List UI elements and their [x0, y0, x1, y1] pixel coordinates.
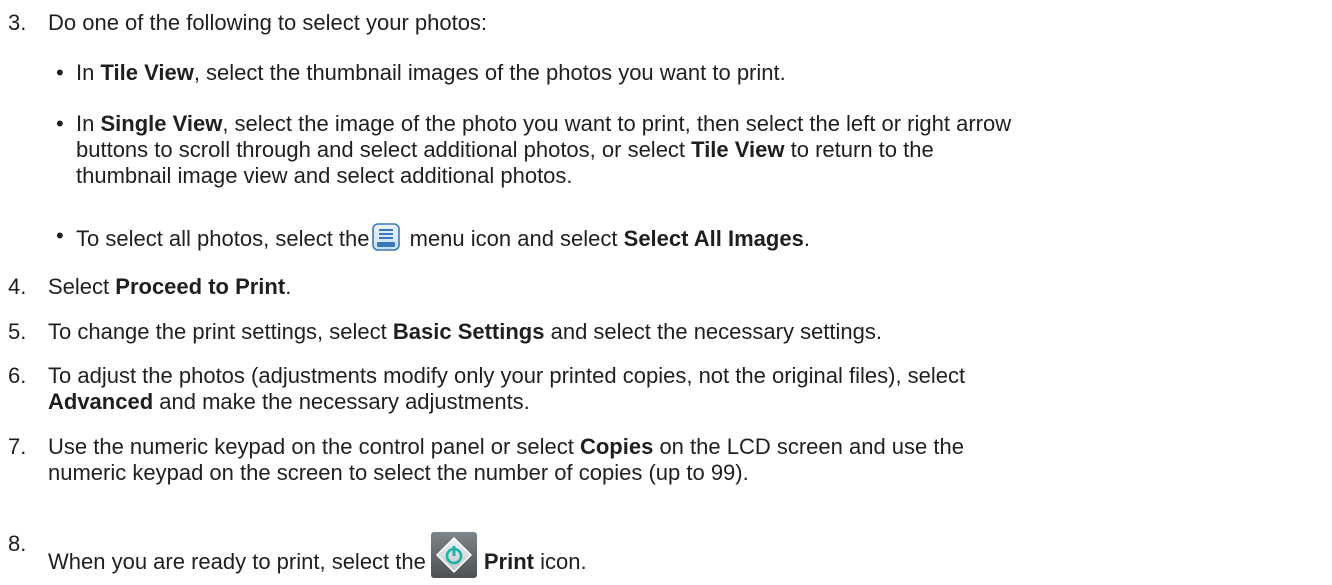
term-tile-view: Tile View [691, 137, 785, 162]
text: , select the image of the photo you want… [222, 111, 1012, 136]
bullet-tile-view: In Tile View, select the thumbnail image… [76, 60, 786, 86]
step-6-line2: Advanced and make the necessary adjustme… [48, 389, 530, 415]
print-start-icon [430, 531, 478, 579]
text: menu icon and select [403, 226, 624, 251]
step-4-text: Select Proceed to Print. [48, 274, 291, 300]
step-6-line1: To adjust the photos (adjustments modify… [48, 363, 966, 388]
bullet-single-view-line1: In Single View, select the image of the … [76, 111, 1011, 137]
term-advanced: Advanced [48, 389, 154, 414]
text: and select the necessary settings. [544, 319, 883, 344]
step-5-number: 5. [8, 319, 27, 344]
bullet-single-view-line3: thumbnail image view and select addition… [76, 163, 573, 188]
bullet-marker: • [56, 111, 64, 136]
text: In [76, 111, 101, 136]
text: on the LCD screen and use the [653, 434, 964, 459]
term-single-view: Single View [100, 111, 223, 136]
menu-icon [371, 223, 400, 251]
term-select-all-images: Select All Images [623, 226, 804, 251]
step-6-number: 6. [8, 363, 27, 388]
bullet-marker: • [56, 223, 64, 248]
bullet-marker: • [56, 60, 64, 85]
step-7-line2: numeric keypad on the screen to select t… [48, 460, 749, 485]
text: To select all photos, select the [76, 226, 370, 251]
text: To change the print settings, select [48, 319, 393, 344]
step-7-number: 7. [8, 434, 27, 459]
text: In [76, 60, 101, 85]
text: . [803, 226, 810, 251]
text: and make the necessary adjustments. [153, 389, 530, 414]
term-proceed-to-print: Proceed to Print [115, 274, 286, 299]
bullet-single-view-line2: buttons to scroll through and select add… [76, 137, 934, 163]
text: . [285, 274, 292, 299]
step-8-text: When you are ready to print, select the … [48, 531, 587, 579]
step-5-text: To change the print settings, select Bas… [48, 319, 882, 345]
step-4-number: 4. [8, 274, 27, 299]
term-print: Print [483, 549, 534, 574]
text: When you are ready to print, select the [48, 549, 426, 574]
text: Select [48, 274, 116, 299]
text: to return to the [784, 137, 934, 162]
term-tile-view: Tile View [100, 60, 194, 85]
term-basic-settings: Basic Settings [392, 319, 545, 344]
bullet-select-all: To select all photos, select the menu ic… [76, 223, 810, 252]
text: Use the numeric keypad on the control pa… [48, 434, 580, 459]
text: buttons to scroll through and select add… [76, 137, 692, 162]
text: icon. [534, 549, 587, 574]
step-8-number: 8. [8, 531, 27, 556]
step-7-line1: Use the numeric keypad on the control pa… [48, 434, 964, 460]
text: , select the thumbnail images of the pho… [193, 60, 786, 85]
step-3-text: Do one of the following to select your p… [48, 10, 488, 35]
term-copies: Copies [579, 434, 654, 459]
step-3-number: 3. [8, 10, 27, 35]
